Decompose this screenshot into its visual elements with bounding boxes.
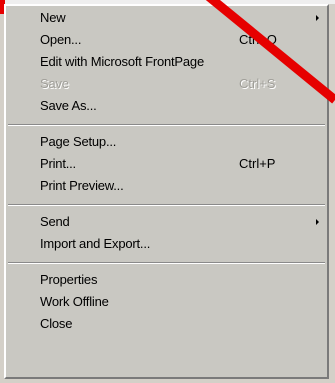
menu-item-open[interactable]: Open... Ctrl+O [6, 29, 327, 51]
menu-separator [8, 204, 325, 206]
menu-item-work-offline[interactable]: Work Offline [6, 291, 327, 313]
menu-item-print-preview[interactable]: Print Preview... [6, 175, 327, 197]
menu-item-save-as[interactable]: Save As... [6, 95, 327, 117]
menu-item-label: New [40, 10, 66, 25]
menu-item-label: Save [40, 76, 69, 91]
menu-item-shortcut: Ctrl+O [239, 32, 277, 47]
menu-separator [8, 262, 325, 264]
file-menu: New Open... Ctrl+O Edit with Microsoft F… [4, 4, 329, 379]
menu-item-label: Close [40, 316, 73, 331]
menu-item-save: Save Ctrl+S [6, 73, 327, 95]
menu-item-shortcut: Ctrl+S [239, 76, 276, 91]
menu-item-label: Print... [40, 156, 76, 171]
menu-item-label: Save As... [40, 98, 97, 113]
submenu-arrow-icon [316, 219, 319, 225]
menu-item-page-setup[interactable]: Page Setup... [6, 131, 327, 153]
submenu-arrow-icon [316, 15, 319, 21]
menu-item-send[interactable]: Send [6, 211, 327, 233]
menu-item-label: Work Offline [40, 294, 109, 309]
menu-item-label: Edit with Microsoft FrontPage [40, 54, 204, 69]
menu-item-new[interactable]: New [6, 7, 327, 29]
menu-separator [8, 124, 325, 126]
menu-item-label: Send [40, 214, 70, 229]
menu-item-shortcut: Ctrl+P [239, 156, 276, 171]
menu-item-edit-with-frontpage[interactable]: Edit with Microsoft FrontPage [6, 51, 327, 73]
menu-item-label: Import and Export... [40, 236, 151, 251]
menu-item-close[interactable]: Close [6, 313, 327, 335]
menu-item-label: Open... [40, 32, 82, 47]
menu-item-label: Print Preview... [40, 178, 124, 193]
menu-item-label: Properties [40, 272, 98, 287]
menu-item-print[interactable]: Print... Ctrl+P [6, 153, 327, 175]
menu-item-properties[interactable]: Properties [6, 269, 327, 291]
menu-item-import-export[interactable]: Import and Export... [6, 233, 327, 255]
screenshot: New Open... Ctrl+O Edit with Microsoft F… [0, 0, 335, 383]
menu-item-label: Page Setup... [40, 134, 117, 149]
